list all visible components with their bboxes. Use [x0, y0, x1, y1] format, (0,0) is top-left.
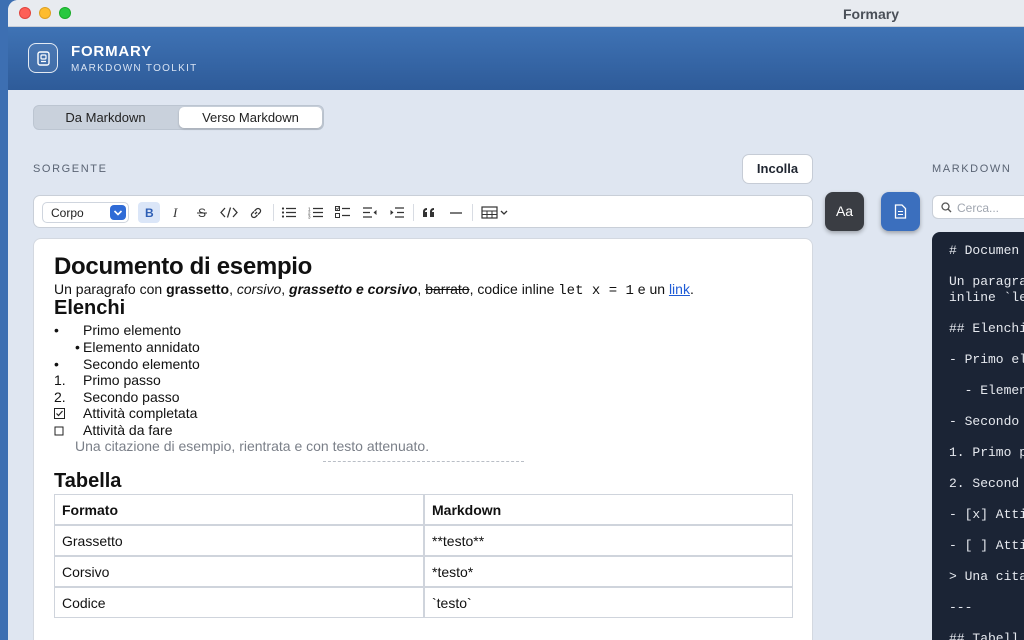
table-cell: `testo`: [424, 587, 793, 618]
minimize-window-button[interactable]: [39, 7, 51, 19]
horizontal-rule-icon: [450, 211, 462, 214]
numbered-list-button[interactable]: 123: [305, 202, 327, 223]
indent-icon: [390, 207, 404, 218]
code-button[interactable]: [218, 202, 240, 223]
lists-heading: Elenchi: [54, 297, 126, 319]
markdown-section-label: MARKDOWN: [932, 163, 1012, 175]
svg-text:B: B: [145, 206, 154, 219]
table-cell: **testo**: [424, 525, 793, 556]
document-icon: [894, 204, 907, 219]
search-icon: [941, 202, 952, 213]
markdown-line: inline `le: [949, 290, 1024, 305]
quote-button[interactable]: [418, 202, 440, 223]
markdown-line: - [x] Atti: [949, 507, 1024, 522]
table-header-cell: Formato: [54, 494, 424, 525]
block-quote: Una citazione di esempio, rientrata e co…: [75, 438, 430, 454]
svg-text:3: 3: [308, 215, 311, 220]
app-window: Formary FORMARY MARKDOWN TOOLKIT Da Mark…: [8, 0, 1024, 640]
markdown-line: 1. Primo p: [949, 445, 1024, 460]
app-logo: [28, 43, 58, 73]
window-title: Formary: [843, 6, 900, 22]
link-icon: [250, 207, 262, 218]
tab-da-markdown[interactable]: Da Markdown: [36, 107, 175, 128]
paste-button[interactable]: Incolla: [742, 154, 813, 184]
bullet-list-button[interactable]: [278, 202, 300, 223]
zoom-window-button[interactable]: [59, 7, 71, 19]
table-button[interactable]: [479, 202, 513, 223]
toolbar-divider: [273, 204, 274, 221]
numbered-list-icon: 123: [308, 207, 323, 220]
font-settings-button[interactable]: Aa: [825, 192, 864, 231]
italic-button[interactable]: I: [165, 202, 187, 223]
app-name: FORMARY: [71, 43, 152, 60]
markdown-line: ## Tabell: [949, 631, 1020, 640]
mode-switch: Da Markdown Verso Markdown: [33, 105, 324, 130]
app-subtitle: MARKDOWN TOOLKIT: [71, 63, 198, 74]
indent-button[interactable]: [386, 202, 408, 223]
markdown-line: - [ ] Atti: [949, 538, 1024, 553]
horizontal-rule-button[interactable]: [445, 202, 467, 223]
svg-text:I: I: [172, 206, 178, 219]
table-row: Grassetto **testo**: [54, 525, 793, 556]
toolbar-divider: [413, 204, 414, 221]
rich-text-editor[interactable]: Documento di esempio Un paragrafo con gr…: [33, 238, 813, 640]
link-button[interactable]: [245, 202, 267, 223]
strikethrough-icon: S: [197, 206, 207, 219]
markdown-line: 2. Second: [949, 476, 1020, 491]
outdent-icon: [363, 207, 377, 218]
toolbar-divider: [472, 204, 473, 221]
strikethrough-button[interactable]: S: [191, 202, 213, 223]
search-input[interactable]: [957, 199, 1024, 216]
code-icon: [220, 207, 238, 218]
bold-button[interactable]: B: [138, 202, 160, 223]
markdown-line: ---: [949, 600, 973, 615]
markdown-output[interactable]: # Documen Un paragra inline `le ## Elenc…: [932, 232, 1024, 640]
markdown-line: ## Elenchi: [949, 321, 1024, 336]
outdent-button[interactable]: [359, 202, 381, 223]
form-icon: [37, 51, 50, 66]
markdown-line: Un paragra: [949, 274, 1024, 289]
markdown-line: # Documen: [949, 243, 1020, 258]
app-header: FORMARY MARKDOWN TOOLKIT: [8, 27, 1024, 90]
intro-paragraph: Un paragrafo con grassetto, corsivo, gra…: [54, 281, 694, 299]
table-row: Corsivo *testo*: [54, 556, 793, 587]
table-heading: Tabella: [54, 470, 122, 492]
checklist-button[interactable]: [332, 202, 354, 223]
source-section-label: SORGENTE: [33, 163, 108, 175]
markdown-table: Formato Markdown Grassetto **testo** Cor…: [54, 494, 793, 618]
close-window-button[interactable]: [19, 7, 31, 19]
markdown-line: - Primo el: [949, 352, 1024, 367]
table-cell: Grassetto: [54, 525, 424, 556]
table-cell: Codice: [54, 587, 424, 618]
checklist-icon: [335, 206, 350, 218]
table-cell: *testo*: [424, 556, 793, 587]
bullet-list-icon: [281, 207, 296, 218]
table-cell: Corsivo: [54, 556, 424, 587]
inline-link[interactable]: link: [669, 281, 690, 297]
paragraph-style-value: Corpo: [51, 206, 84, 220]
markdown-line: - Secondo: [949, 414, 1020, 429]
table-header-cell: Markdown: [424, 494, 793, 525]
markdown-line: > Una cita: [949, 569, 1024, 584]
checkbox-checked-icon[interactable]: [54, 408, 65, 419]
quote-icon: [423, 207, 434, 217]
chevron-down-icon: [110, 205, 126, 220]
document-button[interactable]: [881, 192, 920, 231]
table-row: Codice `testo`: [54, 587, 793, 618]
table-header-row: Formato Markdown: [54, 494, 793, 525]
horizontal-rule: [323, 461, 524, 462]
italic-icon: I: [172, 206, 178, 219]
format-toolbar: Corpo B I S 123: [33, 195, 813, 228]
checkbox-unchecked-icon[interactable]: [54, 426, 65, 437]
document-title: Documento di esempio: [54, 253, 313, 280]
table-icon: [481, 206, 508, 219]
bold-icon: B: [145, 206, 154, 219]
paragraph-style-select[interactable]: Corpo: [42, 202, 129, 223]
title-bar: Formary: [8, 0, 1024, 27]
markdown-line: - Elemen: [949, 383, 1024, 398]
search-box: [932, 195, 1024, 219]
tab-verso-markdown[interactable]: Verso Markdown: [179, 107, 322, 128]
